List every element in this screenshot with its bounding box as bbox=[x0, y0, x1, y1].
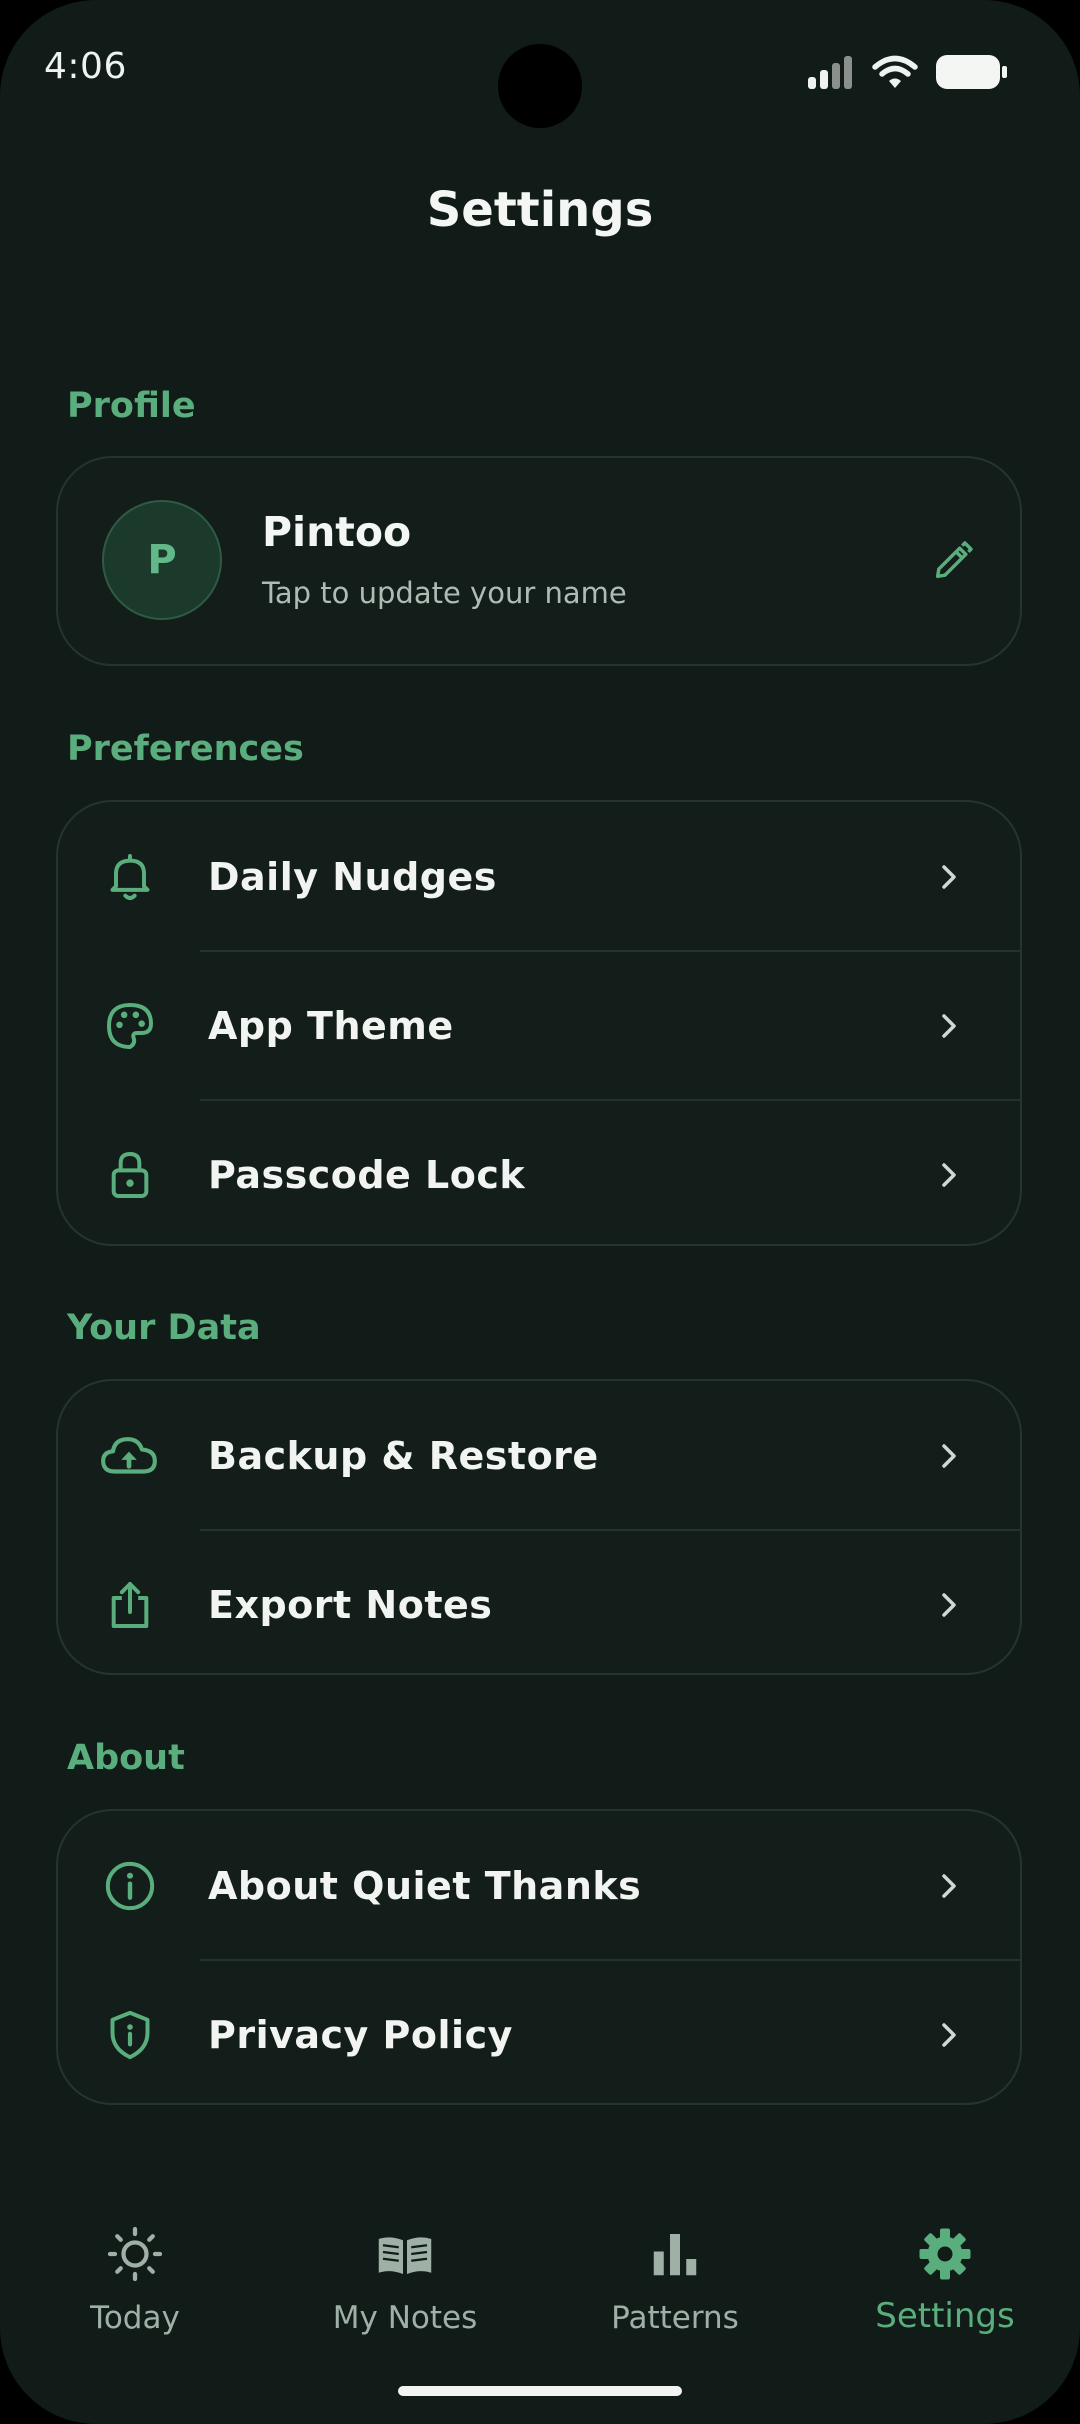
wifi-icon bbox=[872, 55, 918, 88]
settings-row-label: Passcode Lock bbox=[208, 1152, 526, 1197]
settings-row-app-theme[interactable]: App Theme bbox=[58, 950, 1020, 1100]
chevron-right-icon bbox=[942, 864, 956, 889]
settings-row-label: App Theme bbox=[208, 1003, 454, 1048]
status-time: 4:06 bbox=[44, 46, 127, 87]
your-data-card: Backup & Restore Export Notes bbox=[56, 1379, 1022, 1675]
palette-icon bbox=[107, 1002, 153, 1049]
section-label-profile: Profile bbox=[67, 386, 196, 426]
chevron-right-icon bbox=[942, 1013, 956, 1038]
battery-icon bbox=[936, 55, 1007, 89]
nav-label: Patterns bbox=[611, 2300, 739, 2336]
settings-row-backup-restore[interactable]: Backup & Restore bbox=[58, 1381, 1020, 1530]
profile-subtitle: Tap to update your name bbox=[262, 576, 627, 610]
gear-icon bbox=[919, 2228, 971, 2280]
settings-row-label: About Quiet Thanks bbox=[208, 1863, 642, 1908]
chevron-right-icon bbox=[942, 1162, 956, 1187]
settings-row-passcode-lock[interactable]: Passcode Lock bbox=[58, 1099, 1020, 1244]
settings-row-about[interactable]: About Quiet Thanks bbox=[58, 1811, 1020, 1960]
chevron-right-icon bbox=[942, 1592, 956, 1617]
cellular-signal-icon bbox=[808, 56, 852, 89]
settings-row-label: Privacy Policy bbox=[208, 2012, 513, 2057]
avatar: P bbox=[102, 500, 222, 620]
bell-icon bbox=[110, 853, 150, 900]
cloud-upload-icon bbox=[101, 1436, 157, 1474]
settings-row-label: Export Notes bbox=[208, 1582, 493, 1627]
chevron-right-icon bbox=[942, 1873, 956, 1898]
bar-chart-icon bbox=[653, 2234, 697, 2276]
bottom-navigation: Today My Notes Patterns Settings bbox=[0, 2200, 1080, 2380]
nav-item-today[interactable]: Today bbox=[0, 2200, 270, 2350]
settings-row-privacy-policy[interactable]: Privacy Policy bbox=[58, 1959, 1020, 2103]
nav-item-my-notes[interactable]: My Notes bbox=[270, 2200, 540, 2350]
nav-label: My Notes bbox=[332, 2300, 478, 2336]
phone-screen: 4:06 Settings Profile P Pintoo Tap to up… bbox=[0, 0, 1080, 2424]
nav-item-settings[interactable]: Settings bbox=[810, 2200, 1080, 2350]
preferences-card: Daily Nudges App Theme Passcode Lock bbox=[56, 800, 1022, 1246]
book-icon bbox=[378, 2237, 432, 2274]
settings-row-label: Backup & Restore bbox=[208, 1433, 599, 1478]
nav-label: Settings bbox=[875, 2296, 1015, 2336]
nav-label: Today bbox=[90, 2300, 180, 2336]
home-indicator[interactable] bbox=[398, 2386, 682, 2396]
section-label-your-data: Your Data bbox=[67, 1308, 261, 1348]
settings-row-export-notes[interactable]: Export Notes bbox=[58, 1529, 1020, 1673]
info-icon bbox=[105, 1861, 155, 1910]
settings-row-daily-nudges[interactable]: Daily Nudges bbox=[58, 802, 1020, 951]
settings-row-label: Daily Nudges bbox=[208, 854, 497, 899]
profile-card[interactable]: P Pintoo Tap to update your name bbox=[56, 456, 1022, 666]
status-icons bbox=[808, 52, 1008, 92]
section-label-preferences: Preferences bbox=[67, 729, 304, 769]
status-bar: 4:06 bbox=[0, 0, 1080, 140]
share-icon bbox=[111, 1581, 149, 1628]
sun-icon bbox=[107, 2226, 163, 2282]
chevron-right-icon bbox=[942, 2022, 956, 2047]
section-label-about: About bbox=[67, 1738, 185, 1778]
pencil-icon[interactable] bbox=[930, 538, 976, 584]
profile-name: Pintoo bbox=[262, 508, 412, 556]
chevron-right-icon bbox=[942, 1443, 956, 1468]
lock-icon bbox=[111, 1151, 149, 1198]
shield-icon bbox=[110, 2010, 150, 2059]
about-card: About Quiet Thanks Privacy Policy bbox=[56, 1809, 1022, 2105]
nav-item-patterns[interactable]: Patterns bbox=[540, 2200, 810, 2350]
camera-cutout bbox=[498, 44, 582, 128]
page-title: Settings bbox=[426, 182, 654, 238]
